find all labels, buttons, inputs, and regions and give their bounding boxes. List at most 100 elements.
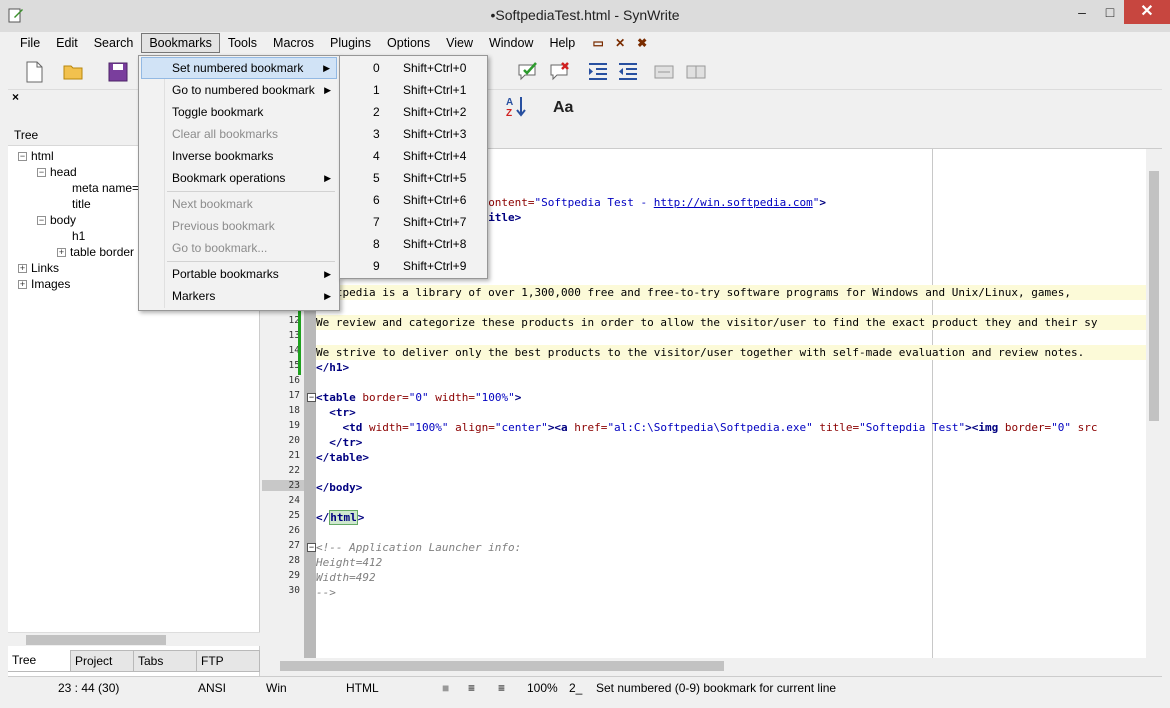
bookmarks-menu: Set numbered bookmark ▶ Go to numbered bo…: [138, 55, 340, 311]
submenu-bookmark-9[interactable]: 9 Shift+Ctrl+9: [342, 255, 485, 277]
new-file-icon[interactable]: [22, 60, 46, 84]
tree-node-body[interactable]: − body: [37, 212, 76, 228]
tab-tabs[interactable]: Tabs: [134, 650, 197, 672]
expand-icon[interactable]: +: [18, 280, 27, 289]
menu-set-numbered-bookmark[interactable]: Set numbered bookmark ▶: [141, 57, 337, 79]
maximize-icon[interactable]: □: [1096, 0, 1124, 24]
status-bar: 23 : 44 (30) ANSI Win HTML ■ ≡ ≡ 100% 2_…: [8, 676, 1162, 698]
close-icon[interactable]: ✕: [1124, 0, 1170, 24]
non-printable-icon[interactable]: ≡: [498, 681, 505, 695]
tree-node-html[interactable]: − html: [18, 148, 54, 164]
panel-close-icon[interactable]: ×: [12, 90, 19, 104]
code-line: We review and categorize these products …: [316, 315, 1146, 330]
tree-node-title[interactable]: title: [72, 196, 91, 212]
expand-icon[interactable]: +: [57, 248, 66, 257]
tab-size[interactable]: 2_: [569, 681, 582, 695]
submenu-bookmark-7[interactable]: 7 Shift+Ctrl+7: [342, 211, 485, 233]
sort-az-icon[interactable]: A Z: [504, 94, 528, 118]
line-number: 26: [288, 525, 300, 536]
editor-vscrollbar[interactable]: [1146, 149, 1162, 659]
line-number: 18: [288, 405, 300, 416]
code-line: <table border="0" width="100%">: [316, 391, 522, 404]
code-line: Height=412: [316, 556, 383, 569]
menu-tools[interactable]: Tools: [220, 33, 265, 53]
submenu-bookmark-5[interactable]: 5 Shift+Ctrl+5: [342, 167, 485, 189]
menu-bookmark-operations[interactable]: Bookmark operations ▶: [141, 167, 337, 189]
collapse-icon[interactable]: −: [37, 168, 46, 177]
current-line-number: 23: [262, 480, 304, 491]
open-folder-icon[interactable]: [62, 60, 86, 84]
menu-goto-numbered-bookmark[interactable]: Go to numbered bookmark ▶: [141, 79, 337, 101]
submenu-bookmark-3[interactable]: 3 Shift+Ctrl+3: [342, 123, 485, 145]
tab-ftp[interactable]: FTP: [197, 650, 260, 672]
expand-icon[interactable]: +: [18, 264, 27, 273]
restore-doc-icon[interactable]: ▭: [591, 36, 605, 50]
scroll-thumb[interactable]: [280, 661, 724, 671]
change-case-icon[interactable]: Aa: [552, 94, 576, 118]
tree-node-table[interactable]: + table border: [57, 244, 134, 260]
tree-hscrollbar[interactable]: [8, 632, 260, 646]
svg-text:Z: Z: [506, 108, 512, 118]
submenu-arrow-icon: ▶: [324, 85, 331, 95]
tree-node-h1[interactable]: h1: [72, 228, 85, 244]
menu-macros[interactable]: Macros: [265, 33, 322, 53]
move-lines-icon[interactable]: [652, 60, 676, 84]
menu-file[interactable]: File: [12, 33, 48, 53]
menu-help[interactable]: Help: [541, 33, 583, 53]
line-number: 16: [288, 375, 300, 386]
line-ending[interactable]: Win: [266, 681, 287, 695]
comment-check-icon[interactable]: [516, 60, 540, 84]
tree-node-links[interactable]: + Links: [18, 260, 59, 276]
line-number: 24: [288, 495, 300, 506]
save-icon[interactable]: [106, 60, 130, 84]
menu-window[interactable]: Window: [481, 33, 541, 53]
fold-toggle-icon[interactable]: −: [307, 543, 316, 552]
lexer[interactable]: HTML: [346, 681, 379, 695]
menu-next-bookmark: Next bookmark: [172, 197, 253, 211]
menu-toggle-bookmark[interactable]: Toggle bookmark: [141, 101, 337, 123]
menu-inverse-bookmarks[interactable]: Inverse bookmarks: [141, 145, 337, 167]
encoding[interactable]: ANSI: [198, 681, 226, 695]
close-doc-icon[interactable]: ✕: [613, 36, 627, 50]
code-line: </body>: [316, 481, 363, 494]
menu-markers[interactable]: Markers ▶: [141, 285, 337, 307]
submenu-arrow-icon: ▶: [323, 63, 330, 73]
unindent-icon[interactable]: [616, 60, 640, 84]
menu-bookmarks[interactable]: Bookmarks: [141, 33, 220, 53]
split-lines-icon[interactable]: [684, 60, 708, 84]
editor-hscrollbar[interactable]: [262, 658, 1162, 674]
menu-portable-bookmarks[interactable]: Portable bookmarks ▶: [141, 263, 337, 285]
tree-node-head[interactable]: − head: [37, 164, 77, 180]
submenu-bookmark-1[interactable]: 1 Shift+Ctrl+1: [342, 79, 485, 101]
scroll-thumb[interactable]: [26, 635, 166, 645]
collapse-icon[interactable]: −: [37, 216, 46, 225]
code-line: Width=492: [316, 571, 376, 584]
minimize-icon[interactable]: –: [1068, 0, 1096, 24]
window-title: •SoftpediaTest.html - SynWrite: [490, 7, 680, 23]
submenu-bookmark-4[interactable]: 4 Shift+Ctrl+4: [342, 145, 485, 167]
menu-edit[interactable]: Edit: [48, 33, 86, 53]
collapse-icon[interactable]: −: [18, 152, 27, 161]
menu-search[interactable]: Search: [86, 33, 142, 53]
close-all-docs-icon[interactable]: ✖: [635, 36, 649, 50]
zoom-level[interactable]: 100%: [527, 681, 558, 695]
menu-separator: [167, 261, 335, 262]
word-wrap-icon[interactable]: ≡: [468, 681, 475, 695]
submenu-bookmark-2[interactable]: 2 Shift+Ctrl+2: [342, 101, 485, 123]
line-number: 29: [288, 570, 300, 581]
submenu-bookmark-0[interactable]: 0 Shift+Ctrl+0: [342, 57, 485, 79]
lock-icon[interactable]: ■: [442, 681, 449, 695]
submenu-bookmark-6[interactable]: 6 Shift+Ctrl+6: [342, 189, 485, 211]
uncomment-icon[interactable]: [548, 60, 572, 84]
tree-node-images[interactable]: + Images: [18, 276, 70, 292]
menu-plugins[interactable]: Plugins: [322, 33, 379, 53]
tab-tree[interactable]: Tree: [8, 650, 71, 672]
tree-node-meta[interactable]: meta name=: [72, 180, 139, 196]
tab-project[interactable]: Project: [71, 650, 134, 672]
menu-options[interactable]: Options: [379, 33, 438, 53]
fold-toggle-icon[interactable]: −: [307, 393, 316, 402]
submenu-bookmark-8[interactable]: 8 Shift+Ctrl+8: [342, 233, 485, 255]
scroll-thumb[interactable]: [1149, 171, 1159, 421]
menu-view[interactable]: View: [438, 33, 481, 53]
indent-icon[interactable]: [586, 60, 610, 84]
